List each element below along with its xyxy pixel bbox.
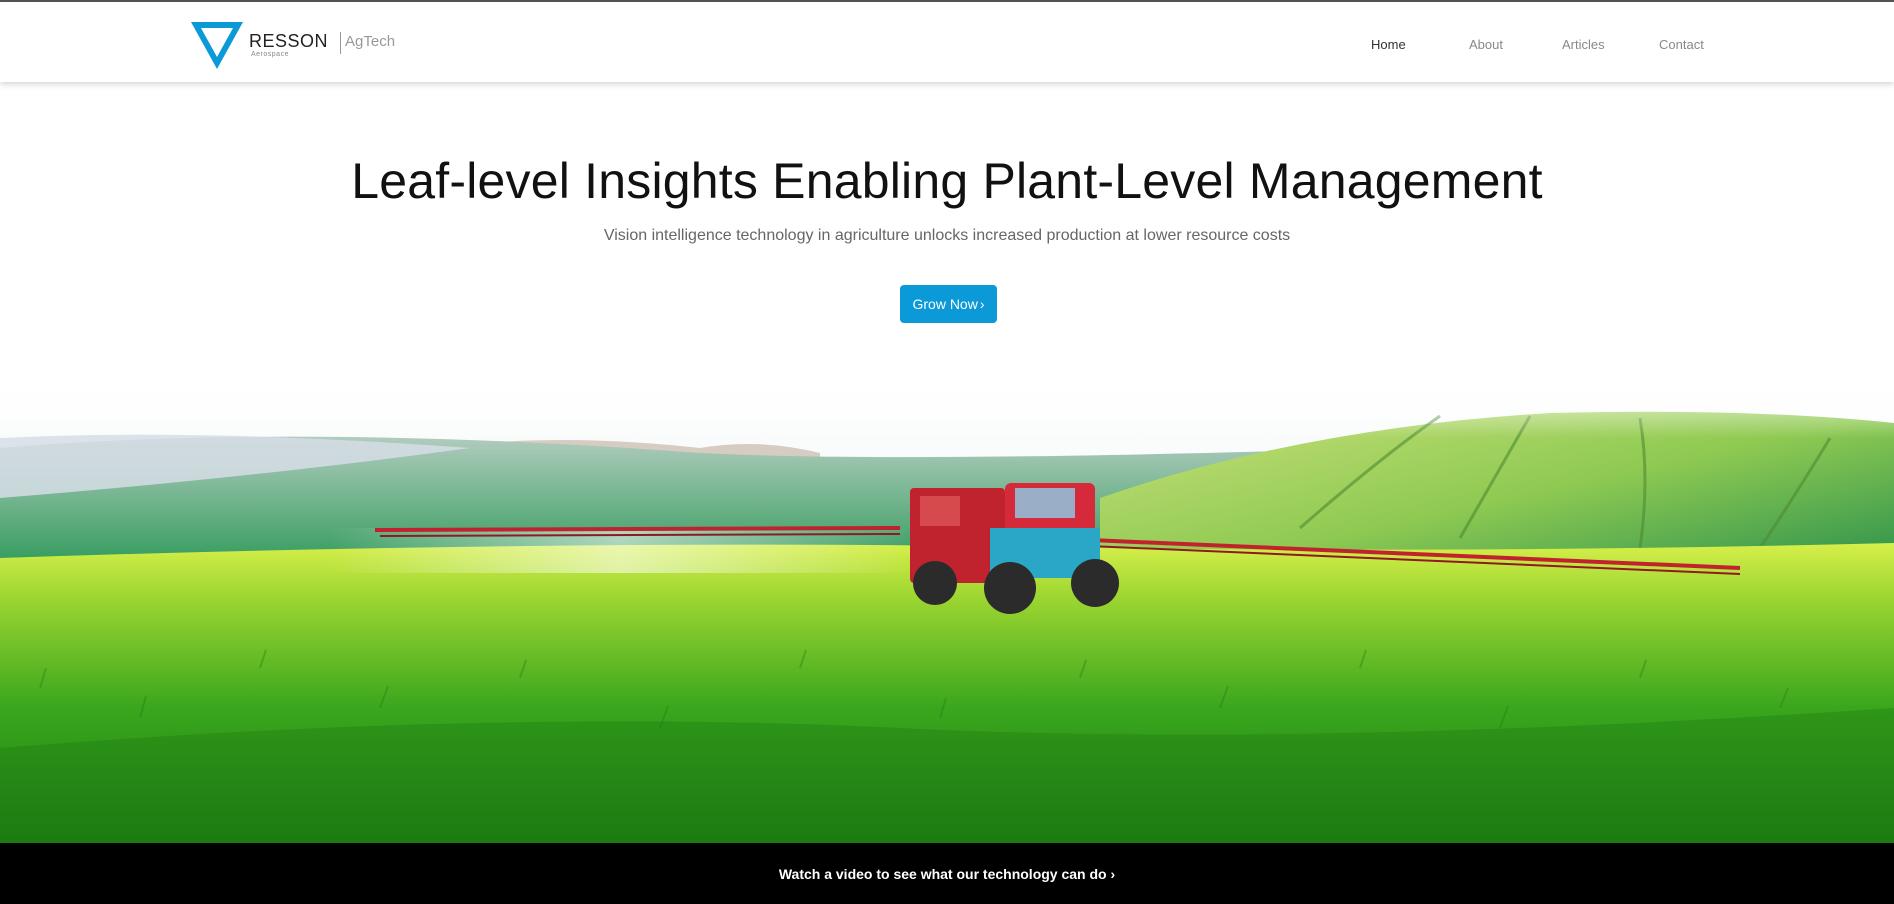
nav-home[interactable]: Home — [1371, 37, 1406, 52]
hero-title: Leaf-level Insights Enabling Plant-Level… — [351, 153, 1543, 209]
grow-now-button[interactable]: Grow Now › — [900, 285, 997, 323]
main-nav: Home About Articles Contact — [0, 37, 1894, 57]
video-bar: Watch a video to see what our technology… — [0, 843, 1894, 904]
hero-subtitle: Vision intelligence technology in agricu… — [603, 227, 1291, 244]
hero-field-image — [0, 368, 1894, 843]
grow-now-label: Grow Now — [912, 296, 978, 312]
site-header: RESSON Aerospace AgTech Home About Artic… — [0, 2, 1894, 82]
watch-video-label: Watch a video to see what our technology… — [778, 865, 1107, 882]
nav-about[interactable]: About — [1469, 37, 1503, 52]
nav-articles[interactable]: Articles — [1562, 37, 1605, 52]
chevron-right-icon: › — [1110, 865, 1116, 882]
chevron-right-icon: › — [979, 296, 985, 312]
nav-contact[interactable]: Contact — [1659, 37, 1704, 52]
watch-video-link[interactable]: Watch a video to see what our technology… — [779, 866, 1115, 882]
